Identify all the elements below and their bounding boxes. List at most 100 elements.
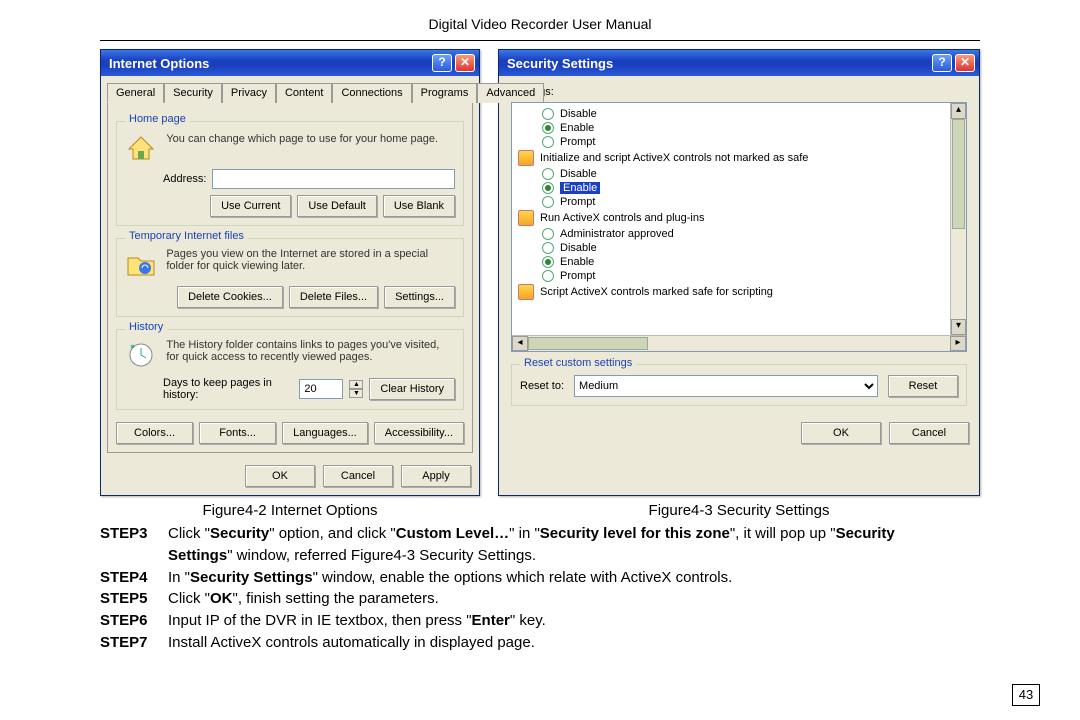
tab-advanced[interactable]: Advanced xyxy=(477,83,544,103)
item-heading: Initialize and script ActiveX controls n… xyxy=(540,152,808,164)
settings-label: Settings: xyxy=(511,86,967,98)
tempfiles-desc: Pages you view on the Internet are store… xyxy=(166,248,452,272)
security-settings-window: Security Settings ? ✕ Settings: Disable … xyxy=(498,49,980,496)
step4-text: In "Security Settings" window, enable th… xyxy=(168,567,980,589)
tab-general[interactable]: General xyxy=(107,83,164,103)
option-label-selected: Enable xyxy=(560,182,600,194)
step4-label: STEP4 xyxy=(100,567,168,589)
days-spinner-down[interactable]: ▼ xyxy=(349,389,363,398)
reset-label: Reset to: xyxy=(520,380,564,392)
radio-icon[interactable] xyxy=(542,242,554,254)
radio-icon[interactable] xyxy=(542,196,554,208)
scroll-thumb[interactable] xyxy=(952,119,965,229)
scroll-thumb[interactable] xyxy=(528,337,648,350)
ss-ok-button[interactable]: OK xyxy=(801,422,881,444)
languages-button[interactable]: Languages... xyxy=(282,422,368,444)
radio-icon[interactable] xyxy=(542,256,554,268)
scroll-down-icon[interactable]: ▾ xyxy=(951,319,966,335)
io-ok-button[interactable]: OK xyxy=(245,465,315,487)
accessibility-button[interactable]: Accessibility... xyxy=(374,422,464,444)
tempfiles-title: Temporary Internet files xyxy=(125,230,248,242)
activex-icon xyxy=(518,284,534,300)
io-apply-button[interactable]: Apply xyxy=(401,465,471,487)
ss-titlebar: Security Settings ? ✕ xyxy=(499,50,979,76)
option-label: Disable xyxy=(560,168,597,180)
step3-cont: Settings" window, referred Figure4-3 Sec… xyxy=(100,545,980,567)
figure-caption-io: Figure4-2 Internet Options xyxy=(100,502,480,519)
page-header: Digital Video Recorder User Manual xyxy=(0,0,1080,36)
option-label: Administrator approved xyxy=(560,228,674,240)
radio-icon[interactable] xyxy=(542,182,554,194)
scrollbar-horizontal[interactable]: ◂ ▸ xyxy=(512,335,966,351)
tab-programs[interactable]: Programs xyxy=(412,83,478,103)
radio-icon[interactable] xyxy=(542,122,554,134)
io-title: Internet Options xyxy=(109,56,209,71)
use-blank-button[interactable]: Use Blank xyxy=(383,195,455,217)
io-cancel-button[interactable]: Cancel xyxy=(323,465,393,487)
option-label: Prompt xyxy=(560,196,595,208)
step7-label: STEP7 xyxy=(100,632,168,654)
reset-combobox[interactable]: Medium xyxy=(574,375,878,397)
scroll-left-icon[interactable]: ◂ xyxy=(512,336,528,351)
close-icon[interactable]: ✕ xyxy=(455,54,475,72)
folder-ie-icon xyxy=(125,248,157,280)
tempfiles-group: Temporary Internet files Pages you view … xyxy=(116,238,464,317)
step3-text: Click "Security" option, and click "Cust… xyxy=(168,523,980,545)
days-spinner-up[interactable]: ▲ xyxy=(349,380,363,389)
delete-cookies-button[interactable]: Delete Cookies... xyxy=(177,286,283,308)
tab-content[interactable]: Content xyxy=(276,83,333,103)
item-heading: Run ActiveX controls and plug-ins xyxy=(540,212,704,224)
homepage-desc: You can change which page to use for you… xyxy=(166,133,452,145)
step6-label: STEP6 xyxy=(100,610,168,632)
reset-title: Reset custom settings xyxy=(520,357,636,369)
home-icon xyxy=(125,131,157,163)
figure-caption-ss: Figure4-3 Security Settings xyxy=(480,502,980,519)
step6-text: Input IP of the DVR in IE textbox, then … xyxy=(168,610,980,632)
step5-label: STEP5 xyxy=(100,588,168,610)
header-rule xyxy=(100,40,980,41)
delete-files-button[interactable]: Delete Files... xyxy=(289,286,378,308)
radio-icon[interactable] xyxy=(542,168,554,180)
homepage-group: Home page You can change which page to u… xyxy=(116,121,464,226)
radio-icon[interactable] xyxy=(542,228,554,240)
use-current-button[interactable]: Use Current xyxy=(210,195,291,217)
days-label: Days to keep pages in history: xyxy=(163,377,293,401)
ss-cancel-button[interactable]: Cancel xyxy=(889,422,969,444)
io-panel: Home page You can change which page to u… xyxy=(107,102,473,453)
tab-privacy[interactable]: Privacy xyxy=(222,83,276,103)
radio-icon[interactable] xyxy=(542,270,554,282)
scrollbar-vertical[interactable]: ▴ ▾ xyxy=(950,103,966,335)
option-label: Disable xyxy=(560,108,597,120)
fonts-button[interactable]: Fonts... xyxy=(199,422,276,444)
option-label: Enable xyxy=(560,122,594,134)
help-icon[interactable]: ? xyxy=(932,54,952,72)
io-titlebar: Internet Options ? ✕ xyxy=(101,50,479,76)
scroll-right-icon[interactable]: ▸ xyxy=(950,336,966,351)
days-input[interactable] xyxy=(299,379,343,399)
tab-security[interactable]: Security xyxy=(164,83,222,103)
use-default-button[interactable]: Use Default xyxy=(297,195,376,217)
homepage-title: Home page xyxy=(125,113,190,125)
radio-icon[interactable] xyxy=(542,136,554,148)
colors-button[interactable]: Colors... xyxy=(116,422,193,444)
ss-title: Security Settings xyxy=(507,56,613,71)
reset-button[interactable]: Reset xyxy=(888,375,958,397)
tab-connections[interactable]: Connections xyxy=(332,83,411,103)
activex-icon xyxy=(518,210,534,226)
address-input[interactable] xyxy=(212,169,455,189)
close-icon[interactable]: ✕ xyxy=(955,54,975,72)
settings-listbox[interactable]: Disable Enable Prompt Initialize and scr… xyxy=(511,102,967,352)
help-icon[interactable]: ? xyxy=(432,54,452,72)
clear-history-button[interactable]: Clear History xyxy=(369,378,455,400)
internet-options-window: Internet Options ? ✕ General Security Pr… xyxy=(100,49,480,496)
option-label: Disable xyxy=(560,242,597,254)
scroll-up-icon[interactable]: ▴ xyxy=(951,103,966,119)
history-icon xyxy=(125,339,157,371)
radio-icon[interactable] xyxy=(542,108,554,120)
settings-button[interactable]: Settings... xyxy=(384,286,455,308)
steps-block: STEP3 Click "Security" option, and click… xyxy=(100,523,980,654)
reset-group: Reset custom settings Reset to: Medium R… xyxy=(511,364,967,406)
option-label: Prompt xyxy=(560,270,595,282)
step5-text: Click "OK", finish setting the parameter… xyxy=(168,588,980,610)
activex-icon xyxy=(518,150,534,166)
